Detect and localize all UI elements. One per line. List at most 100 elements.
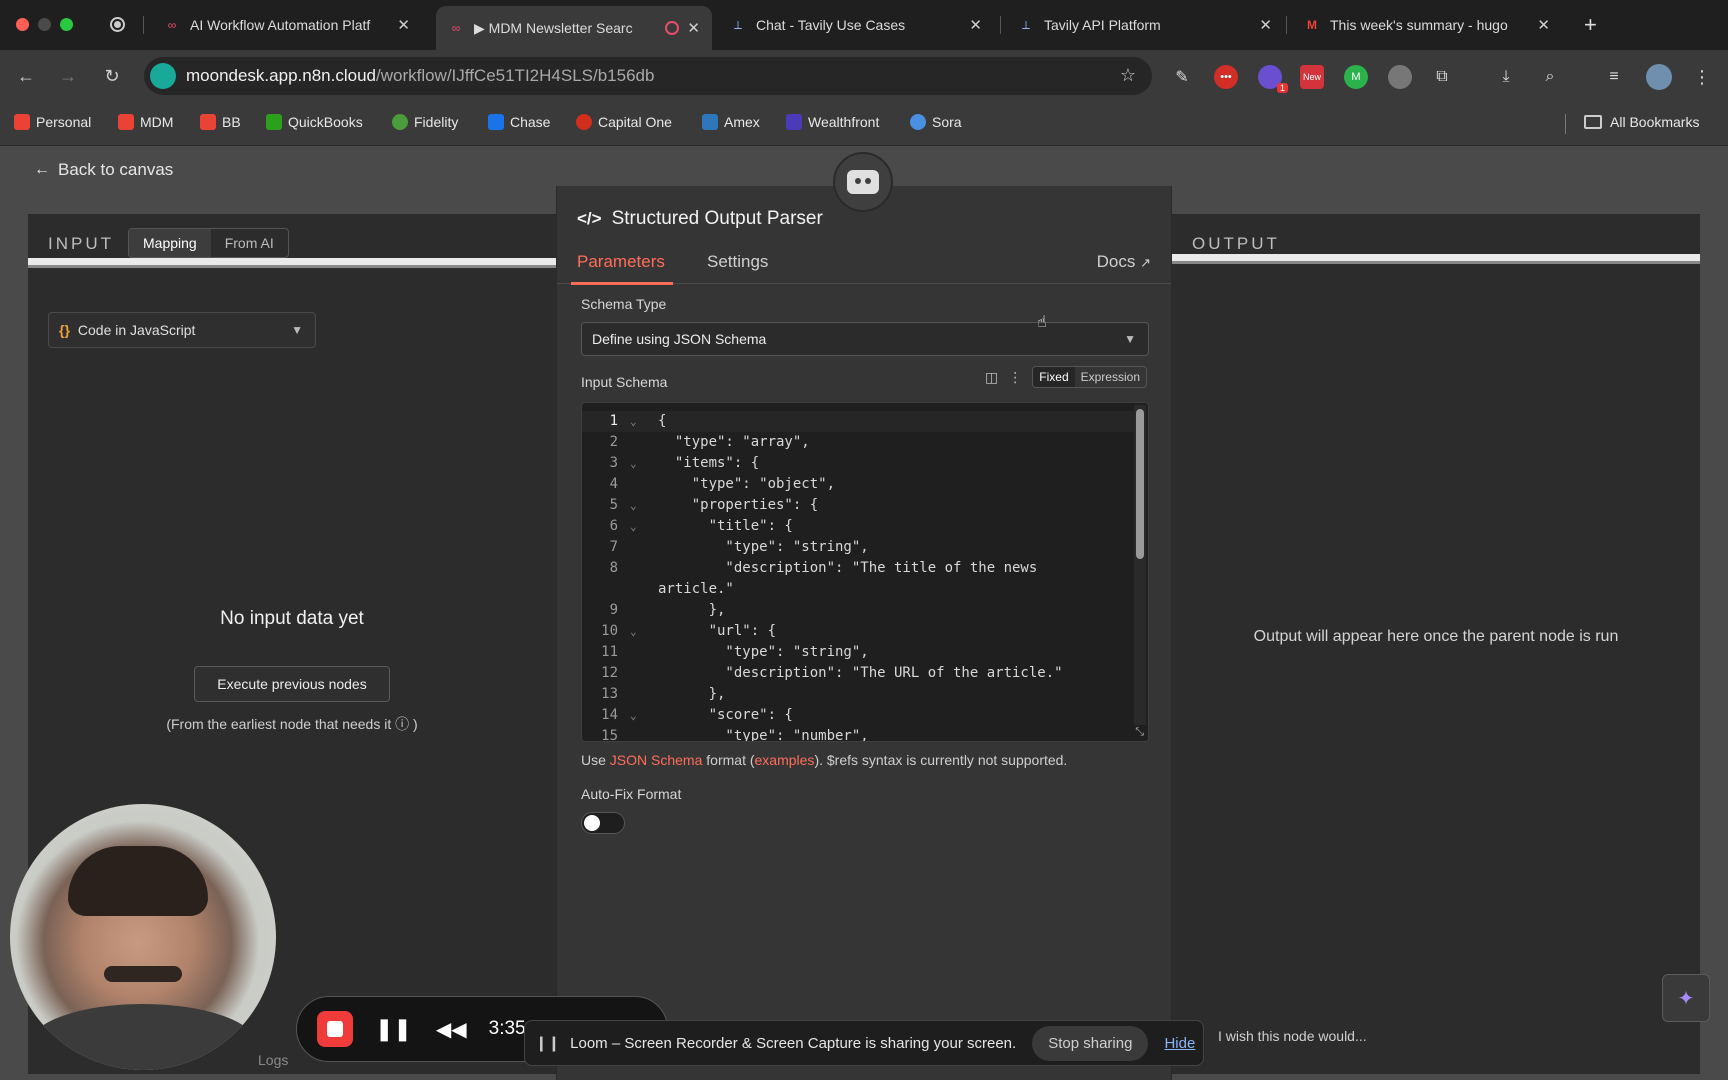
quickbooks-icon (266, 114, 282, 130)
download-icon[interactable]: ⤓ (1494, 65, 1518, 89)
bookmark-star-icon[interactable]: ☆ (1120, 65, 1136, 86)
close-icon[interactable]: ✕ (1537, 16, 1550, 34)
code-line[interactable]: 10 ⌄ "url": { (582, 621, 1134, 642)
eyedropper-extension-icon[interactable]: ✎ (1170, 65, 1194, 89)
ai-assistant-sparkle-icon[interactable]: ✦ (1662, 974, 1710, 1022)
bookmark-bb[interactable]: BB (200, 114, 241, 130)
site-info-icon[interactable] (150, 63, 176, 89)
url-bar[interactable]: moondesk.app.n8n.cloud/workflow/IJffCe51… (144, 57, 1152, 95)
feedback-input[interactable]: I wish this node would... (1218, 1028, 1367, 1044)
code-line[interactable]: 11 "type": "string", (582, 642, 1134, 663)
examples-link[interactable]: examples (755, 752, 815, 768)
code-line[interactable]: 4 "type": "object", (582, 474, 1134, 495)
code-line[interactable]: 3 ⌄ "items": { (582, 453, 1134, 474)
input-node-select[interactable]: {} Code in JavaScript ▼ (48, 312, 316, 348)
line-number: 1 (609, 413, 618, 429)
stop-sharing-button[interactable]: Stop sharing (1032, 1025, 1149, 1061)
code-line[interactable]: 6 ⌄ "title": { (582, 516, 1134, 537)
back-to-canvas-button[interactable]: ← Back to canvas (34, 160, 173, 180)
json-schema-link[interactable]: JSON Schema (610, 752, 703, 768)
code-line[interactable]: article." (582, 579, 1134, 600)
code-text: "score": { (658, 707, 793, 723)
code-line[interactable]: 8 "description": "The title of the news (582, 558, 1134, 579)
code-line[interactable]: 9 }, (582, 600, 1134, 621)
code-line[interactable]: 1 ⌄ { (582, 411, 1134, 432)
bookmark-mdm[interactable]: MDM (118, 114, 173, 130)
extensions-puzzle-icon[interactable]: ⧉ (1430, 65, 1454, 89)
window-zoom-button[interactable] (60, 18, 73, 31)
tab-settings[interactable]: Settings (707, 252, 768, 272)
pause-icon[interactable]: ❚❚ (375, 1016, 412, 1042)
code-line[interactable]: 12 "description": "The URL of the articl… (582, 663, 1134, 684)
fold-chevron-icon[interactable]: ⌄ (630, 705, 637, 726)
code-line[interactable]: 15 "type": "number", (582, 726, 1134, 741)
mode-from-ai-button[interactable]: From AI (211, 229, 288, 257)
schema-type-select[interactable]: Define using JSON Schema ▼ (581, 322, 1149, 356)
close-icon[interactable]: ✕ (687, 19, 700, 37)
editor-scrollbar-thumb[interactable] (1136, 409, 1144, 559)
tab-ai-workflow[interactable]: ∞ AI Workflow Automation Platf ✕ (152, 6, 422, 44)
tab-gmail-summary[interactable]: M This week's summary - hugo ✕ (1292, 6, 1562, 44)
menu-icon[interactable]: ⋮ (1690, 65, 1714, 89)
node-title[interactable]: </> Structured Output Parser (577, 208, 823, 230)
window-minimize-button[interactable] (38, 18, 51, 31)
code-line[interactable]: 7 "type": "string", (582, 537, 1134, 558)
pause-sharing-icon[interactable]: ❙❙ (535, 1034, 560, 1052)
rewind-icon[interactable]: ◀◀ (436, 1017, 467, 1042)
profile-avatar[interactable] (1646, 64, 1672, 90)
bookmark-fidelity[interactable]: Fidelity (392, 114, 458, 130)
auto-fix-toggle[interactable] (581, 812, 625, 834)
bookmark-wealthfront[interactable]: Wealthfront (786, 114, 879, 130)
bookmark-capital-one[interactable]: Capital One (576, 114, 672, 130)
fold-chevron-icon[interactable]: ⌄ (630, 453, 637, 474)
code-line[interactable]: 14 ⌄ "score": { (582, 705, 1134, 726)
docs-label: Docs (1096, 252, 1136, 271)
wealthfront-icon (786, 114, 802, 130)
close-icon[interactable]: ✕ (969, 16, 982, 34)
split-view-icon[interactable]: ◫ (985, 369, 998, 386)
reload-icon[interactable]: ↻ (100, 64, 124, 88)
bookmark-sora[interactable]: Sora (910, 114, 962, 130)
docs-link[interactable]: Docs ↗ (1097, 252, 1151, 272)
tab-tavily-api[interactable]: ⟂ Tavily API Platform ✕ (1006, 6, 1284, 44)
window-close-button[interactable] (16, 18, 29, 31)
expression-button[interactable]: Expression (1075, 367, 1146, 387)
hide-link[interactable]: Hide (1164, 1035, 1195, 1052)
bookmark-amex[interactable]: Amex (702, 114, 760, 130)
logs-label[interactable]: Logs (258, 1052, 288, 1068)
execute-previous-nodes-button[interactable]: Execute previous nodes (194, 666, 390, 702)
json-schema-editor[interactable]: ⤡ 1 ⌄ {2 "type": "array", 3 ⌄ "items": {4 "t… (581, 402, 1149, 742)
new-tab-icon[interactable]: + (1584, 12, 1597, 38)
fold-chevron-icon[interactable]: ⌄ (630, 411, 637, 432)
mode-mapping-button[interactable]: Mapping (129, 229, 211, 257)
fixed-button[interactable]: Fixed (1033, 367, 1075, 387)
close-icon[interactable]: ✕ (1259, 16, 1272, 34)
tab-search-icon[interactable]: ⌕ (1538, 65, 1562, 89)
fold-chevron-icon[interactable]: ⌄ (630, 516, 637, 537)
lastpass-extension-icon[interactable]: ••• (1214, 65, 1238, 89)
media-control-icon[interactable]: ≡ (1602, 65, 1626, 89)
back-icon[interactable]: ← (14, 64, 38, 88)
code-line[interactable]: 2 "type": "array", (582, 432, 1134, 453)
tab-mdm-newsletter[interactable]: ∞ ▶ MDM Newsletter Searc ✕ (436, 6, 712, 50)
code-line[interactable]: 5 ⌄ "properties": { (582, 495, 1134, 516)
extension-gray-icon[interactable] (1388, 65, 1412, 89)
close-icon[interactable]: ✕ (397, 16, 410, 34)
more-options-icon[interactable]: ⋮ (1008, 369, 1022, 386)
resize-handle-icon[interactable]: ⤡ (1135, 725, 1144, 739)
fold-chevron-icon[interactable]: ⌄ (630, 495, 637, 516)
all-bookmarks-button[interactable]: All Bookmarks (1584, 114, 1699, 130)
webcam-bubble[interactable] (10, 804, 276, 1070)
tab-parameters[interactable]: Parameters (571, 252, 673, 285)
stop-recording-button[interactable] (317, 1011, 353, 1047)
bookmark-chase[interactable]: Chase (488, 114, 550, 130)
extension-new-icon[interactable]: New (1300, 65, 1324, 89)
extension-purple-icon[interactable]: 1 (1258, 65, 1288, 93)
fold-chevron-icon[interactable]: ⌄ (630, 621, 637, 642)
bookmark-personal[interactable]: Personal (14, 114, 91, 130)
extension-green-icon[interactable]: M (1344, 65, 1368, 89)
bookmark-quickbooks[interactable]: QuickBooks (266, 114, 363, 130)
forward-icon[interactable]: → (56, 64, 80, 88)
code-line[interactable]: 13 }, (582, 684, 1134, 705)
tab-tavily-chat[interactable]: ⟂ Chat - Tavily Use Cases ✕ (718, 6, 994, 44)
